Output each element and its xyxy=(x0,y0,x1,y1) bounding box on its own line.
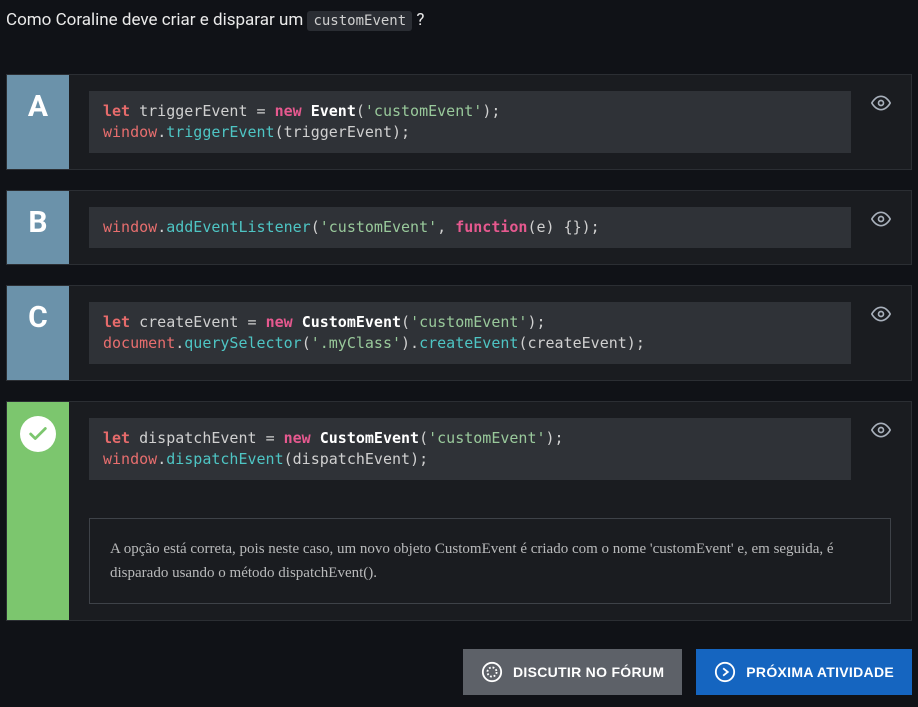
code-block: window.addEventListener('customEvent', f… xyxy=(89,207,851,248)
option-badge-correct xyxy=(7,402,69,620)
question-text: Como Coraline deve criar e disparar um c… xyxy=(6,8,912,34)
code-block: let triggerEvent = new Event('customEven… xyxy=(89,91,851,153)
eye-icon[interactable] xyxy=(871,420,891,444)
option-d-correct[interactable]: let dispatchEvent = new CustomEvent('cus… xyxy=(6,401,912,621)
option-badge-c: C xyxy=(7,286,69,380)
check-icon xyxy=(20,416,56,452)
next-label: PRÓXIMA ATIVIDADE xyxy=(746,664,894,680)
option-content: let triggerEvent = new Event('customEven… xyxy=(69,75,911,169)
discuss-forum-button[interactable]: DISCUTIR NO FÓRUM xyxy=(463,649,682,695)
next-activity-button[interactable]: PRÓXIMA ATIVIDADE xyxy=(696,649,912,695)
option-letter: B xyxy=(28,205,47,240)
option-letter: C xyxy=(28,300,48,335)
arrow-right-icon xyxy=(714,661,736,683)
eye-icon[interactable] xyxy=(871,209,891,233)
option-c[interactable]: C let createEvent = new CustomEvent('cus… xyxy=(6,285,912,381)
option-badge-a: A xyxy=(7,75,69,169)
option-content: window.addEventListener('customEvent', f… xyxy=(69,191,911,264)
option-letter: A xyxy=(28,89,48,124)
explanation-box: A opção está correta, pois neste caso, u… xyxy=(89,518,891,604)
question-inline-code: customEvent xyxy=(307,11,412,31)
option-b[interactable]: B window.addEventListener('customEvent',… xyxy=(6,190,912,265)
question-prefix: Como Coraline deve criar e disparar um xyxy=(6,10,307,30)
question-suffix: ? xyxy=(412,10,424,30)
option-badge-b: B xyxy=(7,191,69,264)
eye-icon[interactable] xyxy=(871,93,891,117)
options-list: A let triggerEvent = new Event('customEv… xyxy=(6,74,912,621)
option-a[interactable]: A let triggerEvent = new Event('customEv… xyxy=(6,74,912,170)
code-block: let dispatchEvent = new CustomEvent('cus… xyxy=(89,418,851,480)
option-content: let createEvent = new CustomEvent('custo… xyxy=(69,286,911,380)
discuss-label: DISCUTIR NO FÓRUM xyxy=(513,664,664,680)
footer-actions: DISCUTIR NO FÓRUM PRÓXIMA ATIVIDADE xyxy=(6,649,912,695)
eye-icon[interactable] xyxy=(871,304,891,328)
chat-icon xyxy=(481,661,503,683)
option-content: let dispatchEvent = new CustomEvent('cus… xyxy=(69,402,911,620)
code-block: let createEvent = new CustomEvent('custo… xyxy=(89,302,851,364)
